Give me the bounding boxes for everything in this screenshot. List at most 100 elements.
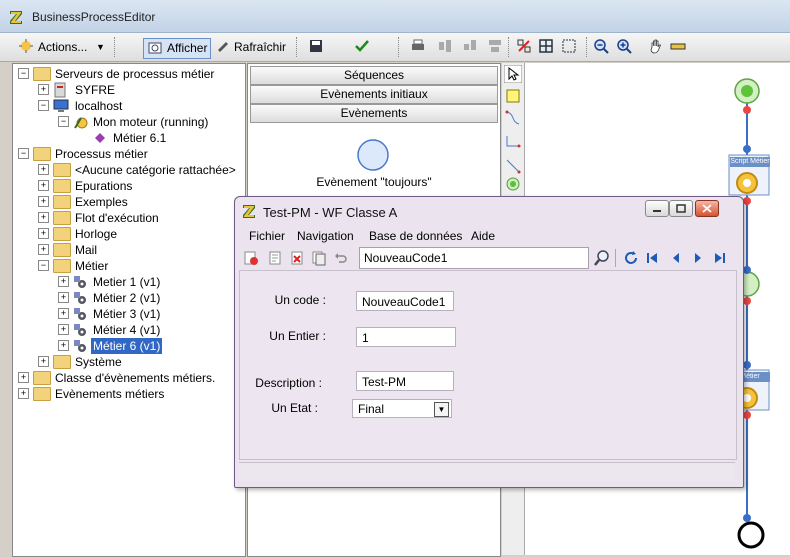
collapse-toggle[interactable]: −	[38, 100, 49, 111]
expand-toggle[interactable]: +	[58, 308, 69, 319]
last-record-icon[interactable]	[713, 251, 727, 265]
expand-toggle[interactable]: +	[38, 244, 49, 255]
bar-icon[interactable]	[670, 38, 686, 54]
expand-toggle[interactable]: +	[38, 212, 49, 223]
dots-grid-icon[interactable]	[561, 38, 577, 54]
tree-item-horloge[interactable]: Horloge	[75, 226, 117, 242]
diamond-icon	[95, 133, 105, 143]
event-circle-icon[interactable]	[356, 138, 390, 172]
collapse-toggle[interactable]: −	[18, 148, 29, 159]
record-code-input[interactable]: NouveauCode1	[359, 247, 589, 269]
menu-base-de-donnees[interactable]: Base de données	[369, 229, 462, 243]
align2-icon[interactable]	[462, 38, 478, 54]
copy-record-icon[interactable]	[311, 250, 327, 266]
search-icon[interactable]	[593, 249, 611, 267]
connector2-icon[interactable]	[504, 133, 522, 151]
tree-item-metier61[interactable]: Métier 6.1	[113, 130, 166, 146]
tree-item-metier2[interactable]: Métier 2 (v1)	[93, 290, 160, 306]
new-record-icon[interactable]	[243, 250, 259, 266]
description-input[interactable]: Test-PM	[356, 371, 454, 391]
zoom-out-icon[interactable]	[593, 38, 609, 54]
pointer-icon[interactable]	[504, 65, 522, 83]
collapse-toggle[interactable]: −	[18, 68, 29, 79]
tree-item-metier[interactable]: Métier	[75, 258, 108, 274]
actions-button[interactable]: Actions...	[38, 37, 87, 57]
tree-item-metier3[interactable]: Métier 3 (v1)	[93, 306, 160, 322]
tree-item-flot[interactable]: Flot d'exécution	[75, 210, 159, 226]
expand-toggle[interactable]: +	[58, 324, 69, 335]
expand-toggle[interactable]: +	[58, 340, 69, 351]
tree-item-classe-evenements[interactable]: Classe d'évènements métiers.	[55, 370, 215, 386]
entier-input[interactable]: 1	[356, 327, 456, 347]
menu-navigation[interactable]: Navigation	[297, 229, 354, 243]
expand-toggle[interactable]: +	[38, 196, 49, 207]
etat-select[interactable]: Final ▼	[352, 399, 452, 418]
grid-icon[interactable]	[538, 38, 554, 54]
evenements-bar[interactable]: Evènements	[250, 104, 498, 123]
tree-item-exemples[interactable]: Exemples	[75, 194, 128, 210]
zoom-in-icon[interactable]	[616, 38, 632, 54]
save-icon[interactable]	[308, 38, 324, 54]
tree-item-metier1[interactable]: Metier 1 (v1)	[93, 274, 160, 290]
test-pm-dialog: Test-PM - WF Classe A Fichier Navigation…	[234, 196, 744, 488]
previous-record-icon[interactable]	[669, 251, 683, 265]
code-input[interactable]: NouveauCode1	[356, 291, 454, 311]
expand-toggle[interactable]: +	[18, 388, 29, 399]
maximize-button[interactable]	[669, 200, 693, 217]
script-metier-node-label[interactable]: Script Métier	[730, 157, 770, 167]
tree-item-syfre[interactable]: SYFRE	[75, 82, 115, 98]
print-icon[interactable]	[410, 38, 426, 54]
collapse-toggle[interactable]: −	[38, 260, 49, 271]
collapse-toggle[interactable]: −	[58, 116, 69, 127]
tree-item-processus[interactable]: Processus métier	[55, 146, 148, 162]
sequences-bar[interactable]: Séquences	[250, 66, 498, 85]
expand-toggle[interactable]: +	[58, 292, 69, 303]
tree-item-systeme[interactable]: Système	[75, 354, 122, 370]
expand-toggle[interactable]: +	[38, 180, 49, 191]
start-event-icon[interactable]	[504, 175, 522, 193]
align3-icon[interactable]	[487, 38, 503, 54]
link-icon[interactable]	[516, 38, 532, 54]
connector-icon[interactable]	[504, 109, 522, 127]
engine-icon	[74, 117, 88, 129]
close-button[interactable]	[695, 200, 719, 217]
toolbar-divider	[615, 249, 616, 267]
afficher-button[interactable]: Afficher	[143, 38, 211, 59]
menu-aide[interactable]: Aide	[471, 229, 495, 243]
tree-item-engine[interactable]: Mon moteur (running)	[93, 114, 208, 130]
actions-dropdown-icon[interactable]: ▼	[96, 37, 105, 57]
expand-toggle[interactable]: +	[38, 228, 49, 239]
tree-item-servers[interactable]: Serveurs de processus métier	[55, 66, 214, 82]
app-title: BusinessProcessEditor	[32, 10, 156, 24]
expand-toggle[interactable]: +	[38, 164, 49, 175]
dialog-title: Test-PM - WF Classe A	[263, 205, 398, 220]
tree-item-localhost[interactable]: localhost	[75, 98, 122, 114]
menu-fichier[interactable]: Fichier	[249, 229, 285, 243]
evenements-initiaux-bar[interactable]: Evènements initiaux	[250, 85, 498, 104]
tree-item-evenements-metiers[interactable]: Evènements métiers	[55, 386, 164, 402]
align-icon[interactable]	[437, 38, 453, 54]
first-record-icon[interactable]	[645, 251, 659, 265]
check-icon[interactable]	[354, 38, 370, 54]
note-icon[interactable]	[506, 89, 520, 103]
expand-toggle[interactable]: +	[58, 276, 69, 287]
etat-label: Un Etat :	[271, 401, 318, 415]
tree-item-metier4[interactable]: Métier 4 (v1)	[93, 322, 160, 338]
next-record-icon[interactable]	[691, 251, 705, 265]
delete-record-icon[interactable]	[289, 250, 305, 266]
hand-icon[interactable]	[648, 38, 664, 54]
connector3-icon[interactable]	[504, 157, 522, 175]
document-icon[interactable]	[267, 250, 283, 266]
minimize-button[interactable]	[645, 200, 669, 217]
expand-toggle[interactable]: +	[38, 84, 49, 95]
tree-item-mail[interactable]: Mail	[75, 242, 97, 258]
refresh-icon[interactable]	[623, 250, 639, 266]
expand-toggle[interactable]: +	[38, 356, 49, 367]
expand-toggle[interactable]: +	[18, 372, 29, 383]
undo-icon[interactable]	[333, 250, 349, 266]
chevron-down-icon[interactable]: ▼	[434, 402, 449, 417]
tree-item-no-category[interactable]: <Aucune catégorie rattachée>	[75, 162, 236, 178]
rafraichir-button[interactable]: Rafraîchir	[234, 37, 286, 57]
tree-item-metier6-selected[interactable]: Métier 6 (v1)	[91, 338, 163, 354]
tree-item-epurations[interactable]: Epurations	[75, 178, 132, 194]
